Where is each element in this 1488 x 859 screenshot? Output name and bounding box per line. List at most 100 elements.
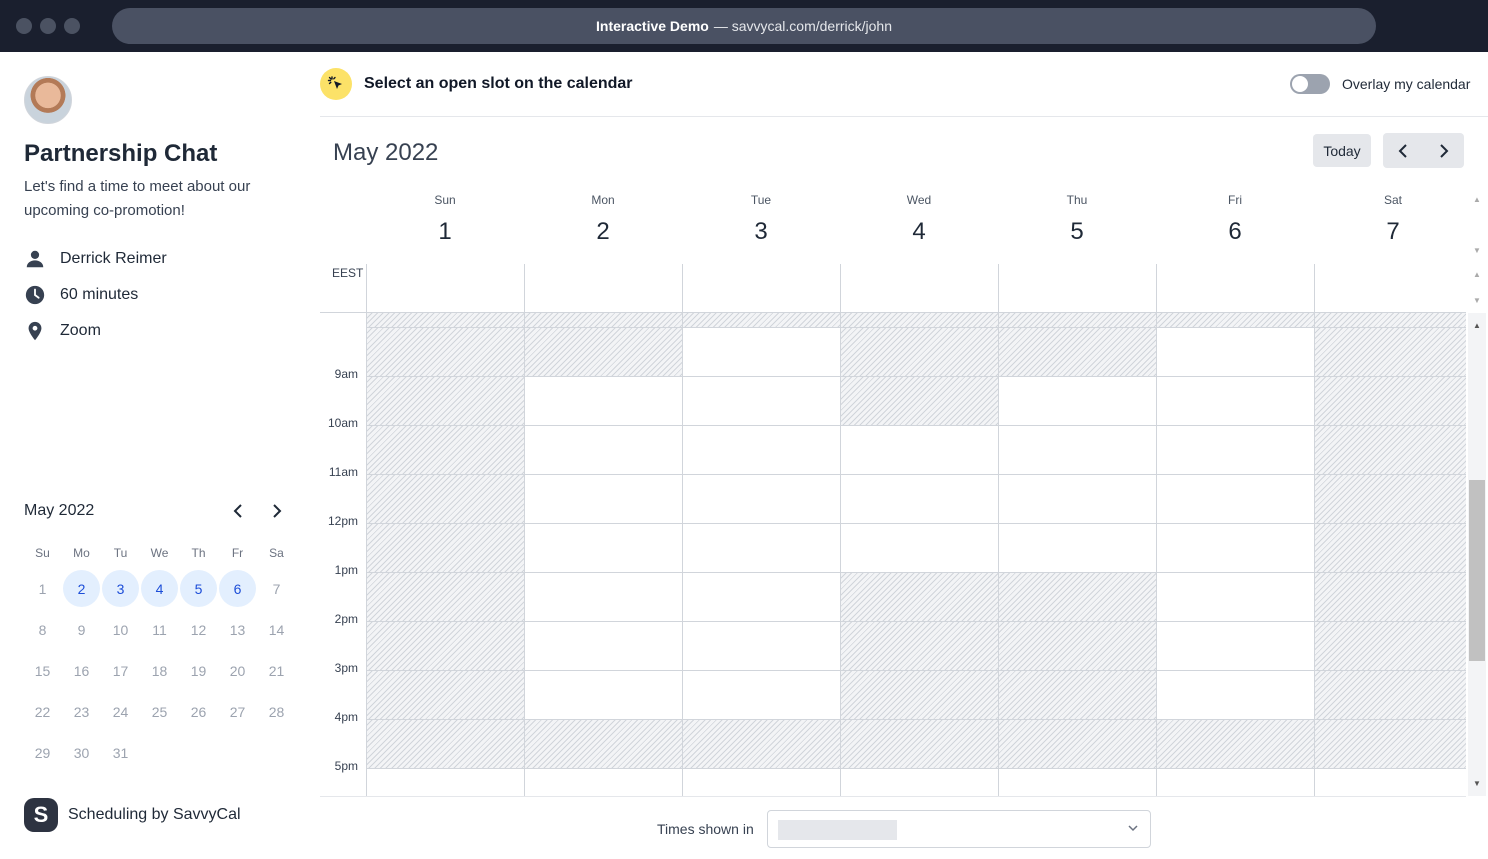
mini-calendar-day-label: [141, 734, 178, 771]
mini-calendar-day-label: 17: [112, 662, 129, 679]
mini-calendar-day: 30: [62, 732, 101, 773]
mini-calendar-day: 16: [62, 650, 101, 691]
day-header-number: 1: [438, 218, 452, 245]
today-button[interactable]: Today: [1313, 134, 1371, 167]
mini-calendar-day-label: 7: [272, 580, 281, 597]
open-time-slot[interactable]: [525, 573, 682, 622]
open-time-slot[interactable]: [525, 622, 682, 671]
time-label: 4pm: [334, 710, 358, 724]
unavailable-slot: [999, 313, 1156, 328]
mini-calendar-day: 28: [257, 691, 296, 732]
day-column: [1314, 313, 1466, 796]
allday-scroll-down-arrow[interactable]: ▼: [1472, 296, 1482, 306]
open-time-slot[interactable]: [841, 475, 998, 524]
open-time-slot[interactable]: [683, 426, 840, 475]
open-time-slot[interactable]: [683, 328, 840, 377]
open-time-slot[interactable]: [525, 475, 682, 524]
window-close-dot[interactable]: [16, 18, 32, 34]
next-week-button[interactable]: [1424, 133, 1465, 168]
open-time-slot[interactable]: [1157, 671, 1314, 720]
mini-calendar-next-button[interactable]: [266, 500, 288, 522]
open-time-slot[interactable]: [1157, 524, 1314, 573]
all-day-column-divider: [998, 264, 999, 312]
open-time-slot[interactable]: [683, 377, 840, 426]
unavailable-slot: [1315, 475, 1466, 524]
open-time-slot[interactable]: [1157, 622, 1314, 671]
day-header-name: Thu: [1066, 193, 1088, 207]
open-time-slot[interactable]: [999, 426, 1156, 475]
mini-calendar-day-label: 31: [112, 744, 129, 761]
prev-week-button[interactable]: [1383, 133, 1424, 168]
unavailable-slot: [525, 328, 682, 377]
unavailable-slot: [841, 671, 998, 720]
open-time-slot[interactable]: [1157, 426, 1314, 475]
window-maximize-dot[interactable]: [64, 18, 80, 34]
all-day-column-divider: [524, 264, 525, 312]
mini-calendar-week: 8 9 10 11 12 13 14: [23, 609, 297, 650]
header-scroll-up-arrow[interactable]: ▲: [1472, 195, 1482, 205]
unavailable-slot: [1315, 426, 1466, 475]
grid-scroll-down-arrow[interactable]: ▼: [1472, 779, 1482, 789]
allday-scroll-up-arrow[interactable]: ▲: [1472, 270, 1482, 280]
mini-calendar-day[interactable]: 4: [140, 568, 179, 609]
open-time-slot[interactable]: [841, 426, 998, 475]
open-time-slot[interactable]: [683, 475, 840, 524]
week-grid: [366, 313, 1466, 796]
open-time-slot[interactable]: [1157, 475, 1314, 524]
open-time-slot[interactable]: [683, 622, 840, 671]
open-time-slot[interactable]: [525, 524, 682, 573]
day-header: Tue 3: [682, 190, 840, 246]
open-time-slot[interactable]: [525, 671, 682, 720]
day-header-number: 6: [1228, 218, 1242, 245]
open-time-slot[interactable]: [683, 573, 840, 622]
mini-calendar-day-label: 1: [38, 580, 47, 597]
open-time-slot[interactable]: [999, 377, 1156, 426]
open-time-slot[interactable]: [841, 524, 998, 573]
mini-calendar-day-label: 19: [190, 662, 207, 679]
window-minimize-dot[interactable]: [40, 18, 56, 34]
open-time-slot[interactable]: [999, 524, 1156, 573]
mini-calendar-week: 29 30 31: [23, 732, 297, 773]
mini-calendar-week: 22 23 24 25 26 27 28: [23, 691, 297, 732]
clock-icon: [25, 285, 45, 305]
day-header-name: Sun: [434, 193, 456, 207]
mini-calendar-day-label: 11: [152, 621, 167, 638]
day-header: Sun 1: [366, 190, 524, 246]
grid-bottom-divider: [320, 796, 1466, 797]
mini-calendar-day-label: [180, 734, 217, 771]
all-day-column-divider: [682, 264, 683, 312]
mini-calendar-day: 8: [23, 609, 62, 650]
unavailable-slot: [683, 720, 840, 769]
mini-calendar-day[interactable]: 2: [62, 568, 101, 609]
open-time-slot[interactable]: [1157, 328, 1314, 377]
open-time-slot[interactable]: [525, 426, 682, 475]
mini-calendar-day[interactable]: 3: [101, 568, 140, 609]
header-scroll-down-arrow[interactable]: ▼: [1472, 246, 1482, 256]
open-time-slot[interactable]: [1157, 573, 1314, 622]
grid-scrollbar-thumb[interactable]: [1469, 480, 1485, 661]
address-bar-title: Interactive Demo: [596, 18, 709, 34]
open-time-slot[interactable]: [683, 524, 840, 573]
branding[interactable]: S Scheduling by SavvyCal: [24, 798, 241, 832]
unavailable-slot: [999, 573, 1156, 622]
day-header: Sat 7: [1314, 190, 1472, 246]
timezone-value-placeholder: [778, 820, 897, 840]
day-header-number: 7: [1386, 218, 1400, 245]
grid-scroll-up-arrow[interactable]: ▲: [1472, 321, 1482, 331]
mini-calendar-day[interactable]: 6: [218, 568, 257, 609]
address-bar[interactable]: Interactive Demo — savvycal.com/derrick/…: [112, 8, 1376, 44]
day-column: [366, 313, 524, 796]
open-time-slot[interactable]: [683, 671, 840, 720]
timezone-select[interactable]: [767, 810, 1151, 848]
open-time-slot[interactable]: [525, 377, 682, 426]
day-column: [524, 313, 682, 796]
day-header: Fri 6: [1156, 190, 1314, 246]
mini-calendar-day[interactable]: 5: [179, 568, 218, 609]
mini-calendar-day: 23: [62, 691, 101, 732]
mini-calendar-day: 24: [101, 691, 140, 732]
mini-calendar-day: 21: [257, 650, 296, 691]
overlay-calendar-toggle[interactable]: [1290, 74, 1330, 94]
open-time-slot[interactable]: [1157, 377, 1314, 426]
open-time-slot[interactable]: [999, 475, 1156, 524]
mini-calendar-prev-button[interactable]: [227, 500, 249, 522]
